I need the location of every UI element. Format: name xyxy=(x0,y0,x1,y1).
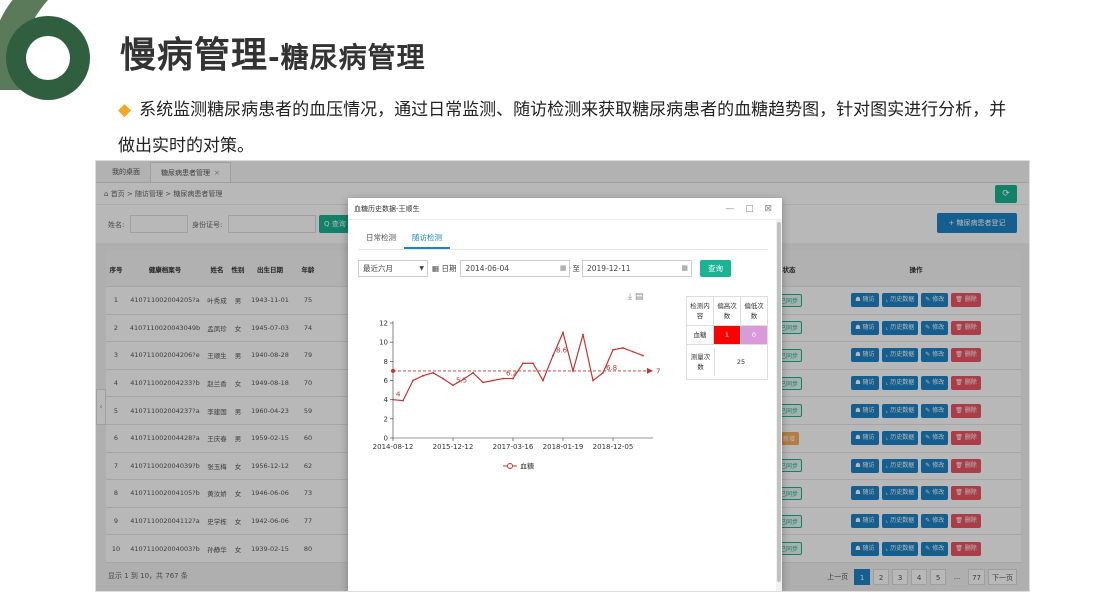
series-point xyxy=(472,371,474,374)
calendar-icon: ▦ xyxy=(559,264,567,272)
data-label: 4 xyxy=(396,391,401,399)
series-point xyxy=(642,354,644,357)
stat-low-count: 0 xyxy=(741,326,767,344)
series-point xyxy=(482,381,484,384)
slide-title-main: 慢病管理 xyxy=(120,35,269,76)
modal-tabs: 日常检测 随访检测 xyxy=(358,228,768,250)
tab-daily-check[interactable]: 日常检测 xyxy=(358,228,404,249)
blood-sugar-modal: 血糖历史数据-王顺生 — □ ⊠ 日常检测 随访检测 最近六月 ▼ ▦ 日期 20… xyxy=(348,198,782,591)
y-tick-label: 0 xyxy=(384,435,388,443)
x-tick-label: 2018-12-05 xyxy=(593,443,634,451)
stat-high-count: 1 xyxy=(714,326,741,344)
to-label: 至 xyxy=(572,264,580,273)
y-tick-label: 8 xyxy=(384,358,388,366)
y-tick-label: 2 xyxy=(384,415,388,423)
date-label: ▦ 日期 xyxy=(432,264,457,273)
series-point xyxy=(492,379,494,382)
series-point xyxy=(392,398,394,401)
y-tick-label: 6 xyxy=(384,377,389,385)
series-point xyxy=(522,362,524,365)
stat-table: 检测内容 偏高次数 偏低次数 血糖 1 0 测量次数 25 xyxy=(686,296,768,380)
stat-head-high: 偏高次数 xyxy=(714,297,741,325)
stat-measure-label: 测量次数 xyxy=(687,348,715,376)
modal-title: 血糖历史数据-王顺生 xyxy=(354,205,420,213)
series-point xyxy=(602,371,604,374)
y-tick-label: 4 xyxy=(384,396,389,404)
series-point xyxy=(442,377,444,380)
series-point xyxy=(502,377,504,380)
slide-title: 慢病管理-糖尿病管理 xyxy=(120,26,426,78)
x-tick-label: 2015-12-12 xyxy=(433,443,474,451)
data-label: 5.5 xyxy=(456,376,467,384)
y-tick-label: 10 xyxy=(379,339,388,347)
date-to-input[interactable]: 2019-12-11 ▦ xyxy=(581,260,692,277)
calendar-icon: ▦ xyxy=(681,264,688,272)
range-select[interactable]: 最近六月 ▼ xyxy=(358,260,428,277)
series-point xyxy=(422,374,424,377)
series-point xyxy=(512,377,514,380)
series-point xyxy=(412,379,414,382)
series-point xyxy=(552,354,554,357)
stat-head-low: 偏低次数 xyxy=(744,302,764,320)
legend-marker xyxy=(507,463,513,469)
x-tick-label: 2014-08-12 xyxy=(373,443,414,451)
blood-sugar-chart: 0246810122014-08-12 2015-12-12 2017-03-16 2… xyxy=(373,320,661,471)
y-tick-label: 12 xyxy=(379,320,388,328)
slide-logo-decoration xyxy=(0,0,90,100)
x-tick-label: 2018-01-19 xyxy=(543,443,584,451)
series-point xyxy=(402,399,404,402)
series-point xyxy=(532,362,534,365)
slide-title-sub: -糖尿病管理 xyxy=(268,41,426,74)
data-label: 6.8 xyxy=(606,364,617,372)
slide-description: ◆ 系统监测糖尿病患者的血压情况，通过日常监测、随访检测来获取糖尿病患者的血糖趋势… xyxy=(118,92,1018,164)
window-controls-icon[interactable]: — □ ⊠ xyxy=(725,198,776,220)
average-line-start xyxy=(391,368,395,373)
series-point xyxy=(612,348,614,351)
series-point xyxy=(542,379,544,382)
average-line-label: 7 xyxy=(656,367,660,375)
modal-filter: 最近六月 ▼ ▦ 日期 2014-06-04 ▦ 至 2019-12-11 ▦ 查询 xyxy=(358,260,731,277)
stat-measure-count: 25 xyxy=(736,358,746,366)
slide-description-text: 系统监测糖尿病患者的血压情况，通过日常监测、随访检测来获取糖尿病患者的血糖趋势图… xyxy=(118,100,1007,156)
series-point xyxy=(562,331,564,334)
series-point xyxy=(632,350,634,353)
stat-item: 血糖 xyxy=(687,326,714,344)
modal-scrollbar[interactable] xyxy=(776,220,782,591)
average-line-arrow xyxy=(647,367,653,374)
series-point xyxy=(592,379,594,382)
modal-header: 血糖历史数据-王顺生 — □ ⊠ xyxy=(348,198,782,220)
data-label: 6.2 xyxy=(506,370,517,378)
app-window: 我的桌面 糖尿病患者管理 × ⌂ 首页 > 随访管理 > 糖尿病患者管理 ⟳ 姓名… xyxy=(95,160,1030,592)
legend-label: 血糖 xyxy=(520,462,534,471)
chevron-down-icon: ▼ xyxy=(419,265,424,272)
date-from-input[interactable]: 2014-06-04 ▦ xyxy=(460,260,571,277)
tab-followup-check[interactable]: 随访检测 xyxy=(404,228,450,249)
diamond-bullet-icon: ◆ xyxy=(118,100,132,120)
series-point xyxy=(452,384,454,387)
data-label: 8.6 xyxy=(556,347,568,355)
series-point xyxy=(622,347,624,349)
series-point xyxy=(432,371,434,374)
calendar-icon: ▦ xyxy=(432,264,440,273)
modal-query-button[interactable]: 查询 xyxy=(699,260,731,277)
stat-head-content: 检测内容 xyxy=(687,297,714,325)
series-point xyxy=(572,370,574,372)
series-point xyxy=(582,333,584,336)
x-tick-label: 2017-03-16 xyxy=(493,443,534,451)
